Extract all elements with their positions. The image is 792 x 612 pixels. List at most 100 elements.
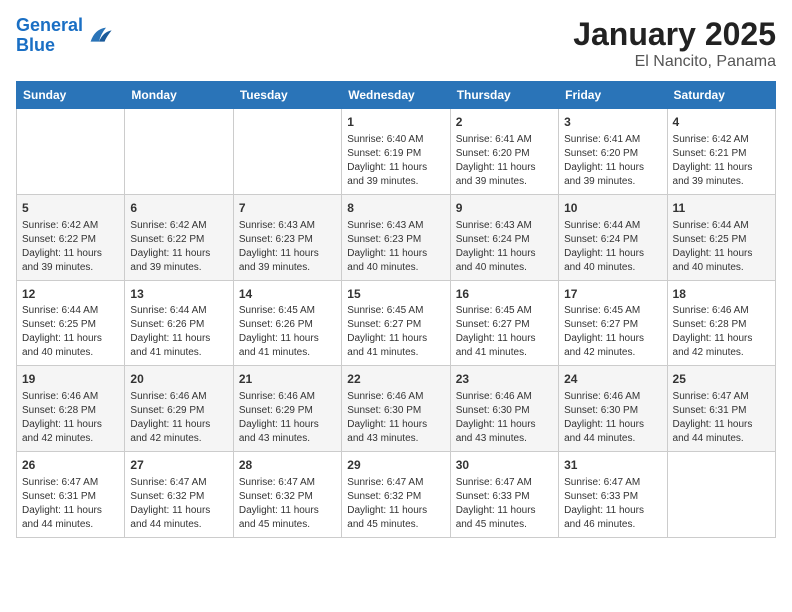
calendar-cell: 6 Sunrise: 6:42 AM Sunset: 6:22 PM Daylig… — [125, 194, 233, 280]
day-info: Sunrise: 6:43 AM Sunset: 6:23 PM Dayligh… — [347, 219, 444, 275]
day-number: 21 — [239, 371, 336, 388]
calendar-cell: 17Sunrise: 6:45 AM Sunset: 6:27 PM Dayli… — [559, 280, 667, 366]
day-number: 10 — [564, 200, 661, 217]
calendar-week-row: 12Sunrise: 6:44 AM Sunset: 6:25 PM Dayli… — [17, 280, 776, 366]
day-number: 14 — [239, 286, 336, 303]
calendar-cell: 19 Sunrise: 6:46 AM Sunset: 6:28 PM Dayli… — [17, 366, 125, 452]
calendar-cell — [667, 452, 775, 538]
day-info: Sunrise: 6:41 AM Sunset: 6:20 PM Dayligh… — [456, 133, 553, 189]
calendar-cell: 4Sunrise: 6:42 AM Sunset: 6:21 PM Daylig… — [667, 109, 775, 195]
calendar-cell — [125, 109, 233, 195]
calendar-cell: 11 Sunrise: 6:44 AM Sunset: 6:25 PM Dayli… — [667, 194, 775, 280]
day-number: 29 — [347, 457, 444, 474]
day-info: Sunrise: 6:47 AM Sunset: 6:32 PM Dayligh… — [130, 476, 227, 532]
day-info: Sunrise: 6:43 AM Sunset: 6:23 PM Dayligh… — [239, 219, 336, 275]
day-number: 19 — [22, 371, 119, 388]
day-info: Sunrise: 6:46 AM Sunset: 6:29 PM Dayligh… — [239, 390, 336, 446]
day-info: Sunrise: 6:47 AM Sunset: 6:32 PM Dayligh… — [347, 476, 444, 532]
day-info: Sunrise: 6:47 AM Sunset: 6:33 PM Dayligh… — [564, 476, 661, 532]
calendar-cell: 10 Sunrise: 6:44 AM Sunset: 6:24 PM Dayli… — [559, 194, 667, 280]
day-number: 2 — [456, 114, 553, 131]
day-number: 11 — [673, 200, 770, 217]
day-number: 15 — [347, 286, 444, 303]
page-title: January 2025 — [573, 16, 776, 53]
day-number: 9 — [456, 200, 553, 217]
day-number: 17 — [564, 286, 661, 303]
day-info: Sunrise: 6:44 AM Sunset: 6:25 PM Dayligh… — [673, 219, 770, 275]
calendar-cell: 2 Sunrise: 6:41 AM Sunset: 6:20 PM Daylig… — [450, 109, 558, 195]
day-number: 6 — [130, 200, 227, 217]
col-header-tuesday: Tuesday — [233, 82, 341, 109]
day-info: Sunrise: 6:46 AM Sunset: 6:30 PM Dayligh… — [456, 390, 553, 446]
calendar-cell: 22 Sunrise: 6:46 AM Sunset: 6:30 PM Dayli… — [342, 366, 450, 452]
day-number: 30 — [456, 457, 553, 474]
calendar-table: SundayMondayTuesdayWednesdayThursdayFrid… — [16, 81, 776, 538]
day-number: 31 — [564, 457, 661, 474]
day-info: Sunrise: 6:41 AM Sunset: 6:20 PM Dayligh… — [564, 133, 661, 189]
col-header-sunday: Sunday — [17, 82, 125, 109]
calendar-cell: 26 Sunrise: 6:47 AM Sunset: 6:31 PM Dayli… — [17, 452, 125, 538]
day-number: 4 — [673, 114, 770, 131]
day-number: 5 — [22, 200, 119, 217]
day-number: 16 — [456, 286, 553, 303]
calendar-cell: 15Sunrise: 6:45 AM Sunset: 6:27 PM Dayli… — [342, 280, 450, 366]
day-number: 23 — [456, 371, 553, 388]
day-info: Sunrise: 6:46 AM Sunset: 6:29 PM Dayligh… — [130, 390, 227, 446]
day-info: Sunrise: 6:43 AM Sunset: 6:24 PM Dayligh… — [456, 219, 553, 275]
day-info: Sunrise: 6:47 AM Sunset: 6:33 PM Dayligh… — [456, 476, 553, 532]
calendar-cell — [233, 109, 341, 195]
col-header-friday: Friday — [559, 82, 667, 109]
calendar-week-row: 5 Sunrise: 6:42 AM Sunset: 6:22 PM Daylig… — [17, 194, 776, 280]
day-number: 13 — [130, 286, 227, 303]
day-number: 20 — [130, 371, 227, 388]
day-info: Sunrise: 6:46 AM Sunset: 6:28 PM Dayligh… — [22, 390, 119, 446]
calendar-cell: 7 Sunrise: 6:43 AM Sunset: 6:23 PM Daylig… — [233, 194, 341, 280]
calendar-cell: 27 Sunrise: 6:47 AM Sunset: 6:32 PM Dayli… — [125, 452, 233, 538]
day-number: 28 — [239, 457, 336, 474]
calendar-cell — [17, 109, 125, 195]
page-subtitle: El Nancito, Panama — [573, 53, 776, 71]
calendar-cell: 31 Sunrise: 6:47 AM Sunset: 6:33 PM Dayli… — [559, 452, 667, 538]
calendar-week-row: 26 Sunrise: 6:47 AM Sunset: 6:31 PM Dayli… — [17, 452, 776, 538]
calendar-cell: 20 Sunrise: 6:46 AM Sunset: 6:29 PM Dayli… — [125, 366, 233, 452]
day-info: Sunrise: 6:46 AM Sunset: 6:28 PM Dayligh… — [673, 304, 770, 360]
calendar-cell: 29 Sunrise: 6:47 AM Sunset: 6:32 PM Dayli… — [342, 452, 450, 538]
day-number: 12 — [22, 286, 119, 303]
day-info: Sunrise: 6:42 AM Sunset: 6:22 PM Dayligh… — [22, 219, 119, 275]
day-info: Sunrise: 6:44 AM Sunset: 6:24 PM Dayligh… — [564, 219, 661, 275]
day-info: Sunrise: 6:47 AM Sunset: 6:31 PM Dayligh… — [22, 476, 119, 532]
day-info: Sunrise: 6:47 AM Sunset: 6:31 PM Dayligh… — [673, 390, 770, 446]
calendar-cell: 16Sunrise: 6:45 AM Sunset: 6:27 PM Dayli… — [450, 280, 558, 366]
col-header-monday: Monday — [125, 82, 233, 109]
day-number: 27 — [130, 457, 227, 474]
calendar-cell: 23 Sunrise: 6:46 AM Sunset: 6:30 PM Dayli… — [450, 366, 558, 452]
col-header-saturday: Saturday — [667, 82, 775, 109]
day-info: Sunrise: 6:45 AM Sunset: 6:27 PM Dayligh… — [347, 304, 444, 360]
day-number: 24 — [564, 371, 661, 388]
calendar-cell: 28 Sunrise: 6:47 AM Sunset: 6:32 PM Dayli… — [233, 452, 341, 538]
logo-bird-icon — [85, 22, 113, 50]
day-number: 7 — [239, 200, 336, 217]
col-header-wednesday: Wednesday — [342, 82, 450, 109]
day-info: Sunrise: 6:46 AM Sunset: 6:30 PM Dayligh… — [347, 390, 444, 446]
calendar-header-row: SundayMondayTuesdayWednesdayThursdayFrid… — [17, 82, 776, 109]
calendar-cell: 12Sunrise: 6:44 AM Sunset: 6:25 PM Dayli… — [17, 280, 125, 366]
day-info: Sunrise: 6:47 AM Sunset: 6:32 PM Dayligh… — [239, 476, 336, 532]
page-header: GeneralBlue January 2025 El Nancito, Pan… — [16, 16, 776, 71]
day-info: Sunrise: 6:44 AM Sunset: 6:26 PM Dayligh… — [130, 304, 227, 360]
calendar-cell: 14Sunrise: 6:45 AM Sunset: 6:26 PM Dayli… — [233, 280, 341, 366]
logo-text: GeneralBlue — [16, 16, 83, 56]
calendar-cell: 3 Sunrise: 6:41 AM Sunset: 6:20 PM Daylig… — [559, 109, 667, 195]
title-block: January 2025 El Nancito, Panama — [573, 16, 776, 71]
day-number: 26 — [22, 457, 119, 474]
calendar-cell: 21 Sunrise: 6:46 AM Sunset: 6:29 PM Dayli… — [233, 366, 341, 452]
day-info: Sunrise: 6:46 AM Sunset: 6:30 PM Dayligh… — [564, 390, 661, 446]
day-info: Sunrise: 6:40 AM Sunset: 6:19 PM Dayligh… — [347, 133, 444, 189]
day-number: 3 — [564, 114, 661, 131]
day-info: Sunrise: 6:42 AM Sunset: 6:22 PM Dayligh… — [130, 219, 227, 275]
day-info: Sunrise: 6:45 AM Sunset: 6:27 PM Dayligh… — [456, 304, 553, 360]
day-number: 22 — [347, 371, 444, 388]
calendar-cell: 8Sunrise: 6:43 AM Sunset: 6:23 PM Daylig… — [342, 194, 450, 280]
day-number: 25 — [673, 371, 770, 388]
calendar-cell: 24 Sunrise: 6:46 AM Sunset: 6:30 PM Dayli… — [559, 366, 667, 452]
